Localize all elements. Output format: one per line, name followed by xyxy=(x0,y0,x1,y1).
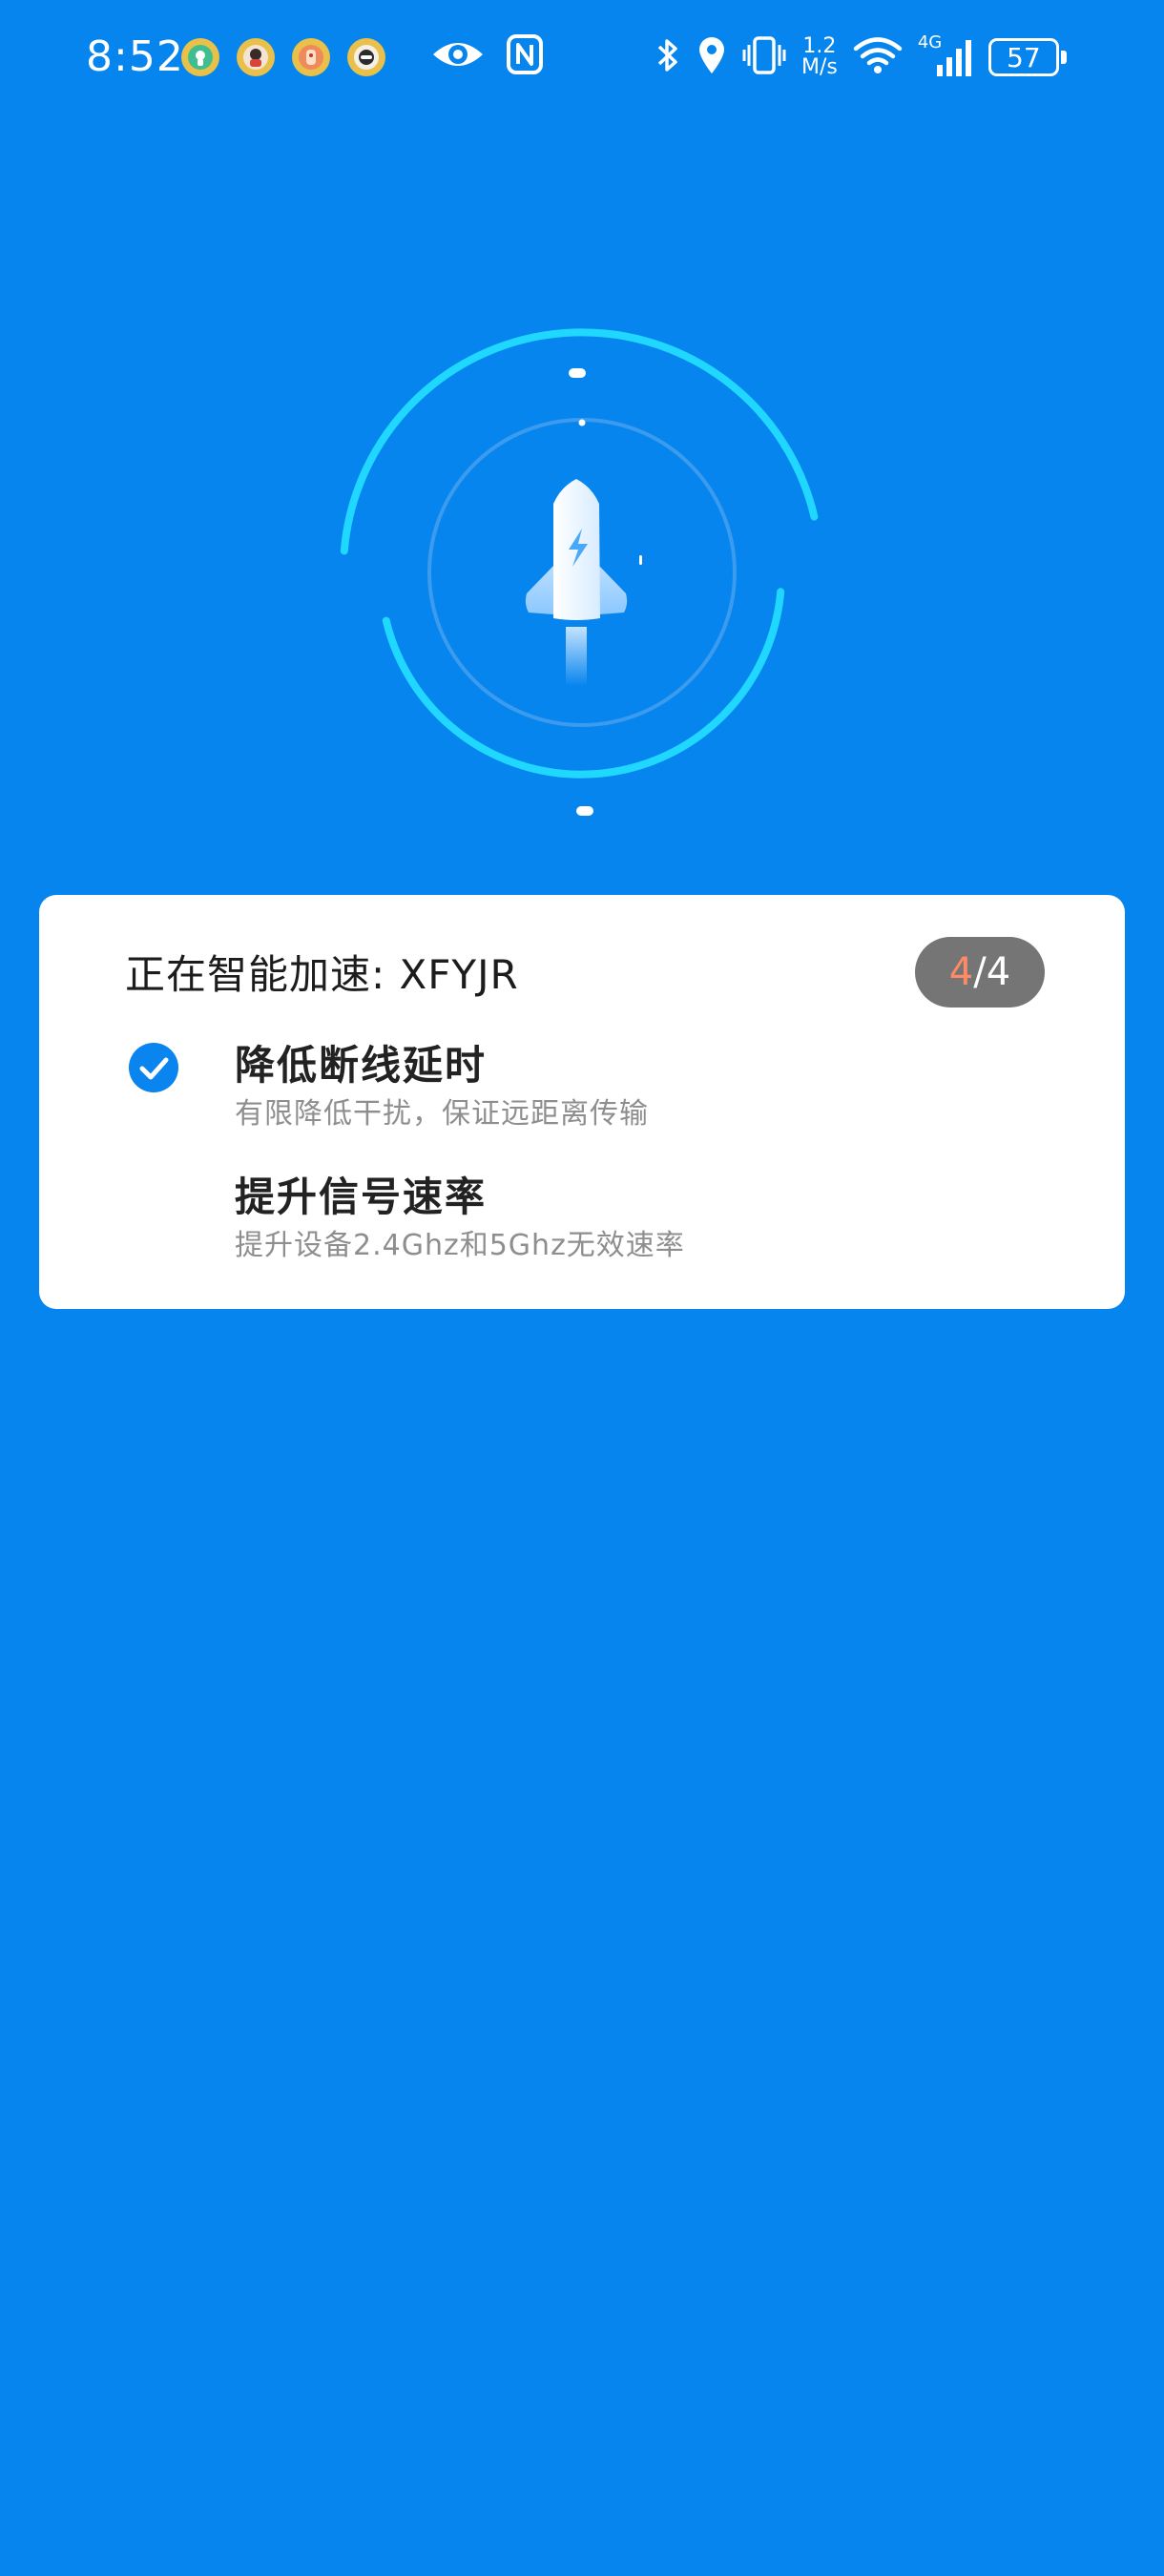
battery-icon: 57 xyxy=(987,38,1059,76)
network-speed: 1.2 M/s xyxy=(801,36,838,78)
battery-level: 57 xyxy=(1007,41,1041,73)
ring-dot-top xyxy=(569,368,586,378)
vibrate-icon xyxy=(742,35,786,79)
nfc-icon xyxy=(506,33,544,79)
status-time: 8:52 xyxy=(86,32,184,81)
check-circle-icon xyxy=(128,1042,179,1093)
net-speed-unit: M/s xyxy=(801,55,838,79)
acceleration-rings xyxy=(340,328,819,816)
system-icons-left xyxy=(431,32,544,80)
app-notification-icon-3 xyxy=(292,38,330,76)
wifi-icon xyxy=(853,36,903,78)
status-bar: 8:52 1.2 M/s 4G 57 xyxy=(0,0,1164,114)
rocket-wing-left xyxy=(525,566,553,614)
task-item-boost-signal: 提升信号速率 提升设备2.4Ghz和5Ghz无效速率 xyxy=(235,1170,685,1267)
app-notification-icon-1 xyxy=(181,38,219,76)
acceleration-title: 正在智能加速: XFYJR xyxy=(125,951,519,998)
app-notification-icon-2 xyxy=(237,38,275,76)
bluetooth-icon xyxy=(655,35,681,79)
app-notification-icon-4 xyxy=(347,38,385,76)
ring-dot-inner xyxy=(578,419,586,426)
battery-indicator: 57 xyxy=(987,38,1067,76)
location-icon xyxy=(696,35,727,79)
notification-icons xyxy=(181,38,385,76)
progress-total: 4 xyxy=(986,950,1011,994)
rocket-wing-right xyxy=(599,566,628,614)
system-icons-right: 1.2 M/s 4G 57 xyxy=(655,29,1067,86)
task-item-reduce-latency: 降低断线延时 有限降低干扰，保证远距离传输 xyxy=(235,1038,649,1135)
task-description: 有限降低干扰，保证远距离传输 xyxy=(235,1097,649,1131)
task-title: 提升信号速率 xyxy=(235,1174,488,1220)
ring-dot-side xyxy=(639,555,642,565)
progress-badge: 4/4 xyxy=(915,937,1045,1008)
task-description: 提升设备2.4Ghz和5Ghz无效速率 xyxy=(235,1229,685,1262)
progress-current: 4 xyxy=(948,950,974,994)
signal-icon: 4G xyxy=(918,34,973,78)
eye-icon xyxy=(431,35,485,77)
acceleration-animation xyxy=(324,315,840,830)
ring-dot-bottom xyxy=(576,806,593,816)
progress-separator: / xyxy=(973,950,987,994)
rocket-trail xyxy=(566,627,587,686)
task-title: 降低断线延时 xyxy=(235,1042,488,1089)
battery-tip xyxy=(1060,51,1067,64)
net-speed-value: 1.2 xyxy=(802,34,837,58)
acceleration-card: 正在智能加速: XFYJR 4/4 降低断线延时 有限降低干扰，保证远距离传输 … xyxy=(39,895,1125,1309)
